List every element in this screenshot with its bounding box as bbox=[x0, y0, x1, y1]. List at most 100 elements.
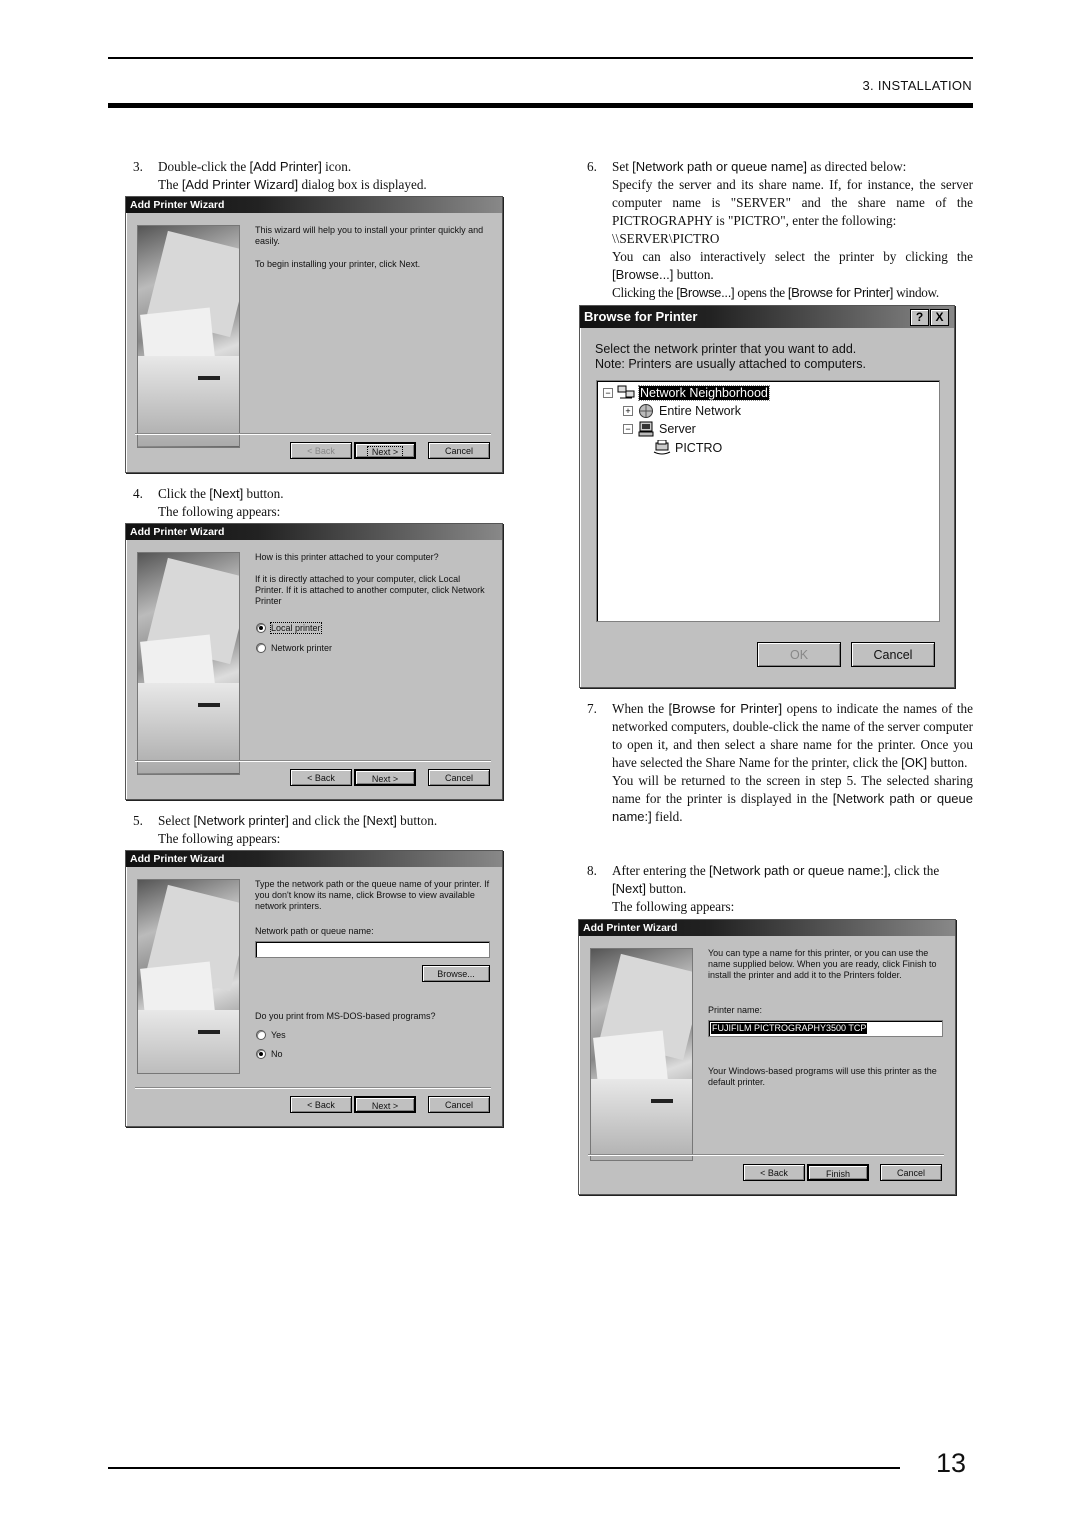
next-button[interactable]: Next > bbox=[354, 1096, 416, 1113]
text: The following appears: bbox=[158, 831, 281, 846]
text: You can also interactively select the pr… bbox=[612, 249, 973, 264]
button-label: Next > bbox=[371, 1101, 399, 1111]
radio-label: Network printer bbox=[271, 643, 333, 653]
dialog-title: Add Printer Wizard bbox=[126, 851, 502, 867]
dialog-title: Add Printer Wizard bbox=[126, 197, 502, 213]
cancel-button[interactable]: Cancel bbox=[851, 642, 935, 667]
step-4: 4. Click the [Next] button. The followin… bbox=[133, 485, 513, 521]
button-label: Next > bbox=[366, 446, 404, 458]
collapse-icon[interactable]: − bbox=[623, 424, 633, 434]
text: button. bbox=[243, 486, 284, 501]
printer-name-input[interactable]: FUJIFILM PICTROGRAPHY3500 TCP bbox=[708, 1020, 943, 1037]
ui-reference: [Browse...] bbox=[676, 285, 735, 300]
ok-button[interactable]: OK bbox=[757, 642, 841, 667]
page-number: 13 bbox=[936, 1448, 967, 1478]
add-printer-wizard-dialog-network-path: Add Printer Wizard Type the network path… bbox=[125, 850, 503, 1127]
computer-icon bbox=[638, 421, 654, 437]
help-button[interactable]: ? bbox=[910, 309, 929, 326]
network-printer-radio[interactable]: Network printer bbox=[256, 643, 332, 653]
text: The bbox=[158, 177, 182, 192]
radio-selected-indicator bbox=[256, 623, 266, 633]
cancel-button[interactable]: Cancel bbox=[428, 442, 490, 459]
button-label: < Back bbox=[307, 1100, 335, 1110]
browse-for-printer-dialog: Browse for Printer ? X Select the networ… bbox=[579, 305, 955, 688]
ms-dos-yes-radio[interactable]: Yes bbox=[256, 1030, 286, 1040]
next-button[interactable]: Next > bbox=[354, 442, 416, 459]
step-5: 5. Select [Network printer] and click th… bbox=[133, 812, 513, 848]
close-icon: X bbox=[935, 310, 944, 324]
button-label: Cancel bbox=[896, 1168, 925, 1178]
button-label: < Back bbox=[760, 1168, 788, 1178]
default-printer-note: Your Windows-based programs will use thi… bbox=[708, 1066, 937, 1087]
step-number: 5. bbox=[133, 813, 143, 828]
radio-label: Yes bbox=[271, 1030, 286, 1040]
step-number: 6. bbox=[587, 159, 597, 174]
network-tree-view[interactable]: − Network Neighborhood + Entire Network … bbox=[596, 380, 940, 622]
cancel-button[interactable]: Cancel bbox=[880, 1164, 942, 1181]
text: Click the bbox=[158, 486, 210, 501]
ms-dos-question: Do you print from MS-DOS-based programs? bbox=[255, 1011, 436, 1021]
expand-icon[interactable]: + bbox=[623, 406, 633, 416]
step-6: 6. Set [Network path or queue name] as d… bbox=[587, 158, 973, 302]
network-neighborhood-icon bbox=[617, 385, 635, 399]
button-label: Cancel bbox=[444, 446, 473, 456]
separator bbox=[588, 1154, 944, 1156]
connection-question: How is this printer attached to your com… bbox=[255, 552, 439, 562]
tree-item-label: Server bbox=[659, 422, 696, 436]
radio-label: No bbox=[271, 1049, 283, 1059]
text: dialog box is displayed. bbox=[298, 177, 427, 192]
printer-name-value: FUJIFILM PICTROGRAPHY3500 TCP bbox=[711, 1023, 868, 1034]
add-printer-wizard-dialog-connection: Add Printer Wizard How is this printer a… bbox=[125, 523, 503, 800]
button-label: Finish bbox=[825, 1169, 850, 1179]
text: button. bbox=[927, 755, 968, 770]
dialog-title: Add Printer Wizard bbox=[126, 524, 502, 540]
back-button[interactable]: < Back bbox=[290, 1096, 352, 1113]
local-printer-radio[interactable]: Local printer bbox=[256, 622, 322, 634]
ui-reference: [OK] bbox=[901, 755, 928, 770]
text: Set bbox=[612, 159, 633, 174]
back-button[interactable]: < Back bbox=[290, 442, 352, 459]
step-number: 8. bbox=[587, 863, 597, 878]
add-printer-wizard-dialog-welcome: Add Printer Wizard This wizard will help… bbox=[125, 196, 503, 473]
wizard-printer-image bbox=[137, 225, 240, 448]
button-label: Browse... bbox=[437, 969, 475, 979]
header-rule bbox=[108, 57, 973, 59]
text: , click the bbox=[887, 863, 940, 878]
header-rule-thick bbox=[108, 103, 973, 108]
ui-reference: [Network path or queue name:] bbox=[709, 863, 888, 878]
collapse-icon[interactable]: − bbox=[603, 388, 613, 398]
tree-item-server[interactable]: − Server bbox=[623, 421, 696, 437]
text: as directed below: bbox=[807, 159, 907, 174]
cancel-button[interactable]: Cancel bbox=[428, 769, 490, 786]
text: opens the bbox=[734, 285, 788, 300]
button-label: Cancel bbox=[444, 1100, 473, 1110]
back-button[interactable]: < Back bbox=[290, 769, 352, 786]
next-button[interactable]: Next > bbox=[354, 769, 416, 786]
ms-dos-no-radio[interactable]: No bbox=[256, 1049, 283, 1059]
wizard-printer-image bbox=[137, 552, 240, 775]
browse-button[interactable]: Browse... bbox=[422, 965, 490, 982]
network-path-instructions: Type the network path or the queue name … bbox=[255, 879, 490, 911]
cancel-button[interactable]: Cancel bbox=[428, 1096, 490, 1113]
tree-item-label: Network Neighborhood bbox=[638, 385, 770, 401]
step-number: 7. bbox=[587, 701, 597, 716]
finish-button[interactable]: Finish bbox=[807, 1164, 869, 1181]
button-label: Cancel bbox=[873, 648, 913, 662]
text: Select bbox=[158, 813, 194, 828]
tree-item-network-neighborhood[interactable]: − Network Neighborhood bbox=[603, 385, 770, 401]
tree-item-pictro[interactable]: PICTRO bbox=[653, 440, 722, 456]
ui-reference: [Network path or queue name] bbox=[632, 159, 808, 174]
shared-printer-icon bbox=[653, 440, 671, 455]
help-icon: ? bbox=[915, 310, 924, 324]
text: button. bbox=[673, 267, 714, 282]
network-path-input[interactable] bbox=[255, 941, 490, 958]
close-button[interactable]: X bbox=[930, 309, 949, 326]
text: window. bbox=[893, 285, 939, 300]
button-label: < Back bbox=[307, 446, 335, 456]
text: The following appears: bbox=[158, 504, 281, 519]
section-title: 3. INSTALLATION bbox=[862, 78, 972, 93]
browse-note: Note: Printers are usually attached to c… bbox=[595, 357, 866, 371]
back-button[interactable]: < Back bbox=[743, 1164, 805, 1181]
browse-instruction: Select the network printer that you want… bbox=[595, 342, 857, 356]
tree-item-entire-network[interactable]: + Entire Network bbox=[623, 403, 741, 419]
